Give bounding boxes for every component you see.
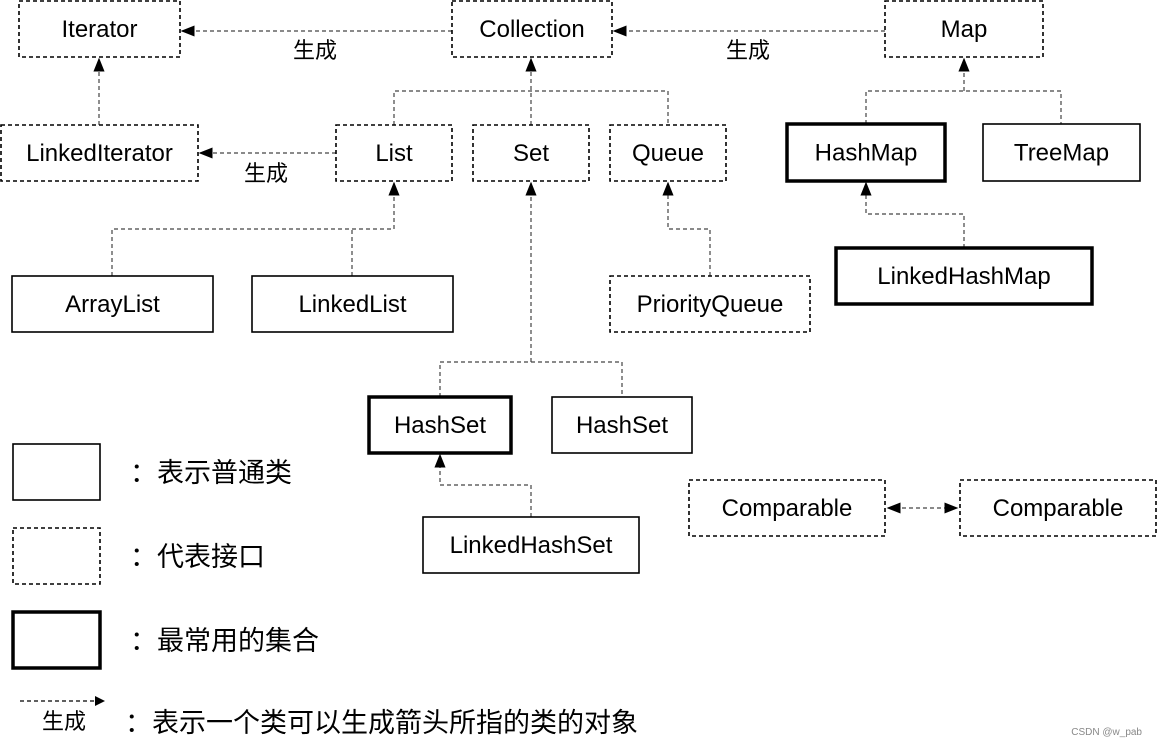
watermark: CSDN @w_pab (1071, 727, 1142, 738)
node-label: LinkedList (298, 291, 406, 318)
node-comparable2: Comparable (959, 479, 1157, 537)
node-linkedhashset: LinkedHashSet (422, 516, 640, 574)
node-label: HashSet (394, 412, 486, 439)
node-map: Map (884, 0, 1044, 58)
node-hashmap: HashMap (785, 122, 947, 183)
legend-class-text: ：表示普通类 (130, 458, 292, 488)
legend-interface-text: ：代表接口 (130, 542, 265, 572)
node-collection: Collection (451, 0, 613, 58)
node-priorityqueue: PriorityQueue (609, 275, 811, 333)
node-label: LinkedIterator (26, 140, 173, 167)
node-label: LinkedHashMap (877, 263, 1050, 290)
edge-hashset-bus (439, 361, 623, 397)
edge-linkedhashset-to-hashset (434, 453, 532, 517)
node-label: TreeMap (1014, 140, 1109, 167)
edge-hashmap-treemap-bus (865, 90, 1062, 124)
node-label: Queue (632, 140, 704, 167)
node-label: Comparable (722, 495, 853, 522)
legend-arrow-label: 生成 (42, 709, 86, 734)
node-queue: Queue (609, 124, 727, 182)
edge-label-list-linkediterator: 生成 (244, 161, 288, 186)
node-label: Comparable (993, 495, 1124, 522)
edge-priorityqueue-to-queue (662, 181, 711, 276)
legend-interface-swatch (12, 527, 101, 585)
node-hashset: HashSet (367, 395, 513, 455)
node-label: HashMap (815, 140, 918, 167)
node-linkedlist: LinkedList (251, 275, 454, 333)
node-label: Set (513, 140, 549, 167)
node-treemap: TreeMap (982, 123, 1141, 182)
node-label: LinkedHashSet (450, 532, 613, 559)
node-linkedhashmap: LinkedHashMap (834, 246, 1094, 306)
node-arraylist: ArrayList (11, 275, 214, 333)
node-label: Iterator (61, 16, 137, 43)
legend-common-swatch (11, 610, 102, 670)
edge-label-collection-iterator: 生成 (293, 38, 337, 63)
node-label: PriorityQueue (637, 291, 784, 318)
legend: ：表示普通类 ：代表接口 ：最常用的集合生成 ：表示一个类可以生成箭头所指的类的对象 (11, 443, 638, 738)
legend-common-text: ：最常用的集合 (130, 626, 319, 656)
collection-hierarchy-diagram: Iterator Collection Map LinkedIterator List S… (0, 0, 1157, 738)
node-hashset2: HashSet (551, 396, 693, 454)
node-label: Map (941, 16, 988, 43)
legend-arrow-text: ：表示一个类可以生成箭头所指的类的对象 (125, 708, 638, 738)
edge-linkedhashmap-to-hashmap (860, 181, 965, 248)
node-label: HashSet (576, 412, 668, 439)
node-set: Set (472, 124, 590, 182)
legend-class-swatch (12, 443, 101, 501)
node-label: Collection (479, 16, 584, 43)
node-label: List (375, 140, 413, 167)
edge-label-map-collection: 生成 (726, 38, 770, 63)
node-comparable1: Comparable (688, 479, 886, 537)
node-label: ArrayList (65, 291, 160, 318)
node-iterator: Iterator (18, 0, 181, 58)
node-linked-iterator: LinkedIterator (0, 124, 199, 182)
node-list: List (335, 124, 453, 182)
